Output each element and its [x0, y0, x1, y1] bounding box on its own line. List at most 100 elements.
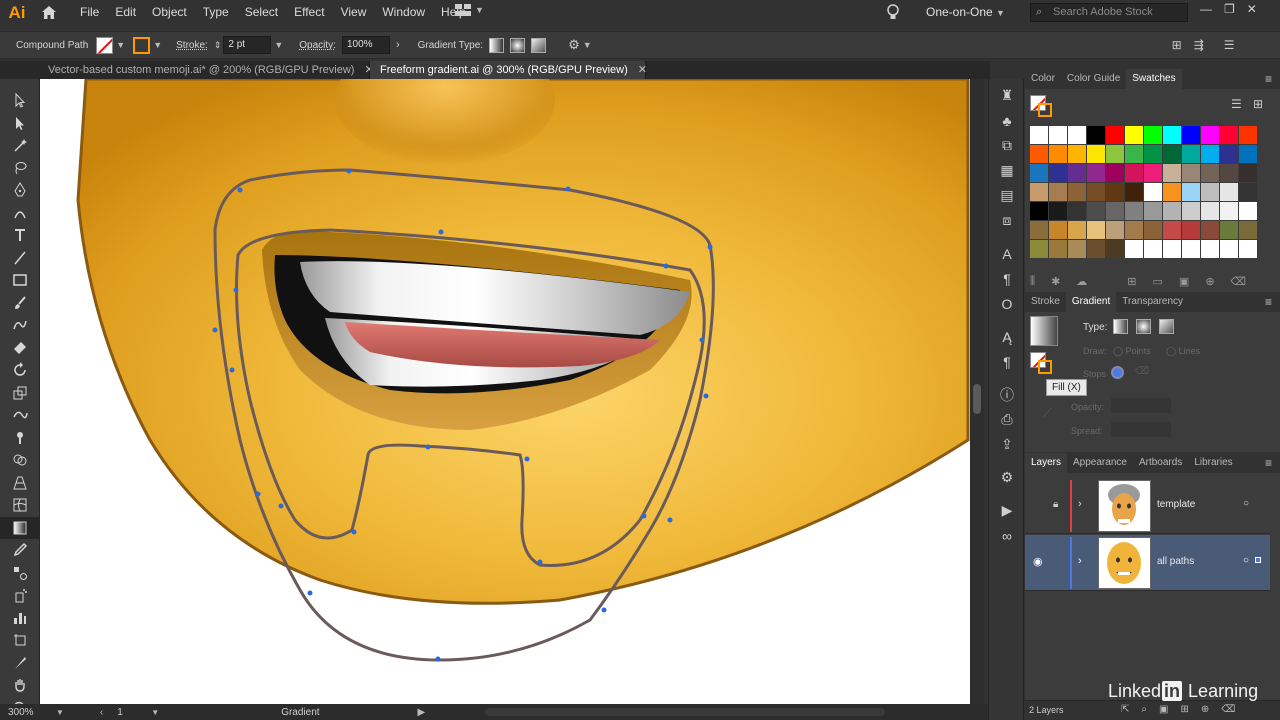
swatch-cell[interactable] [1144, 202, 1162, 220]
swatch-cell[interactable] [1106, 240, 1124, 258]
swatch-cell[interactable] [1030, 164, 1048, 182]
swatch-cell[interactable] [1201, 126, 1219, 144]
chevron-right-icon[interactable]: › [1078, 498, 1082, 510]
gear-icon[interactable]: ⚙ [989, 465, 1025, 490]
swatch-cell[interactable] [1125, 126, 1143, 144]
chevron-down-icon[interactable]: ▼ [56, 708, 64, 717]
show-kinds-icon[interactable]: ✱ [1051, 275, 1060, 288]
swatch-cell[interactable] [1030, 221, 1048, 239]
curvature-tool-icon[interactable] [0, 202, 40, 225]
stop-icon[interactable] [1111, 366, 1124, 379]
swatch-cell[interactable] [1106, 221, 1124, 239]
slice-tool-icon[interactable] [0, 652, 40, 675]
rectangle-tool-icon[interactable] [0, 269, 40, 292]
align-panel-icon[interactable]: ▦ [989, 158, 1025, 183]
search-stock-input[interactable]: ⌕ Search Adobe Stock [1030, 3, 1188, 22]
swatch-cell[interactable] [1144, 183, 1162, 201]
swatch-cell[interactable] [1068, 183, 1086, 201]
gradient-preview-swatch[interactable] [1030, 316, 1058, 346]
layer-row-template[interactable]: 🔒︎ › template ○ [1025, 478, 1270, 534]
swatch-cell[interactable] [1049, 202, 1067, 220]
swatch-cell[interactable] [1068, 145, 1086, 163]
swatch-cell[interactable] [1106, 183, 1124, 201]
swatch-cell[interactable] [1201, 240, 1219, 258]
chevron-down-icon[interactable]: ▼ [151, 708, 159, 717]
club-symbol-icon[interactable]: ♣ [989, 108, 1025, 133]
artboard-number[interactable]: 1 [117, 707, 151, 718]
swatch-cell[interactable] [1068, 202, 1086, 220]
lasso-tool-icon[interactable] [0, 157, 40, 180]
workspace-switcher[interactable]: One-on-One ▼ [926, 5, 1005, 19]
paragraph-styles-icon[interactable]: ¶ [989, 349, 1025, 374]
swatch-cell[interactable] [1239, 221, 1257, 239]
swatch-cell[interactable] [1220, 145, 1238, 163]
character-styles-icon[interactable]: Ą [989, 324, 1025, 349]
stroke-swatch[interactable] [133, 36, 151, 54]
horizontal-scrollbar[interactable] [485, 708, 886, 716]
info-icon[interactable]: ⓘ [989, 382, 1025, 407]
swatch-cell[interactable] [1068, 240, 1086, 258]
swatch-cell[interactable] [1182, 145, 1200, 163]
new-layer-icon[interactable]: ⊕ [1201, 704, 1209, 715]
swatch-cell[interactable] [1220, 183, 1238, 201]
swatch-cell[interactable] [1125, 164, 1143, 182]
tab-libraries[interactable]: Libraries [1188, 453, 1238, 473]
swatch-cell[interactable] [1182, 221, 1200, 239]
swatch-cell[interactable] [1144, 145, 1162, 163]
eye-icon[interactable]: ◉ [1033, 555, 1043, 568]
swatch-cell[interactable] [1163, 164, 1181, 182]
panel-menu-icon[interactable]: ☰ [1224, 38, 1235, 52]
layer-row-all-paths[interactable]: ◉ › all paths ○ [1025, 535, 1270, 591]
warp-tool-icon[interactable] [0, 404, 40, 427]
layer-name[interactable]: all paths [1157, 556, 1194, 567]
panel-menu-icon[interactable]: ≡ [1265, 456, 1272, 470]
swatch-cell[interactable] [1087, 221, 1105, 239]
layer-name[interactable]: template [1157, 499, 1195, 510]
chevron-down-icon[interactable]: ▼ [274, 40, 283, 50]
swatch-cell[interactable] [1220, 221, 1238, 239]
spread-field[interactable] [1111, 422, 1171, 437]
trash-icon[interactable]: ⌫ [1221, 704, 1235, 715]
tab-color-guide[interactable]: Color Guide [1061, 69, 1126, 89]
column-graph-tool-icon[interactable] [0, 607, 40, 630]
swatch-cell[interactable] [1163, 221, 1181, 239]
panel-menu-icon[interactable]: ≡ [1265, 295, 1272, 309]
eraser-tool-icon[interactable] [0, 337, 40, 360]
chevron-down-icon[interactable]: ▼ [583, 40, 592, 50]
clipping-mask-icon[interactable]: ▣ [1159, 704, 1168, 715]
swatch-cell[interactable] [1125, 145, 1143, 163]
scale-tool-icon[interactable] [0, 382, 40, 405]
tab-document-1[interactable]: Vector-based custom memoji.ai* @ 200% (R… [0, 61, 374, 79]
document-info-icon[interactable]: ⎙ [989, 407, 1025, 432]
swatch-cell[interactable] [1220, 202, 1238, 220]
pen-tool-icon[interactable] [0, 179, 40, 202]
swatch-cell[interactable] [1201, 183, 1219, 201]
swatch-cell[interactable] [1182, 183, 1200, 201]
tab-gradient[interactable]: Gradient [1065, 292, 1117, 312]
character-panel-icon[interactable]: A [989, 241, 1025, 266]
swatch-cell[interactable] [1201, 145, 1219, 163]
swatch-cell[interactable] [1087, 202, 1105, 220]
radial-gradient-button[interactable] [510, 37, 526, 53]
swatch-cell[interactable] [1163, 145, 1181, 163]
folder-icon[interactable]: ▣ [1179, 275, 1189, 288]
menu-select[interactable]: Select [237, 0, 286, 25]
opacity-label[interactable]: Opacity: [299, 40, 336, 51]
lock-icon[interactable]: 🔒︎ [1053, 499, 1058, 510]
swatch-cell[interactable] [1125, 221, 1143, 239]
swatch-cell[interactable] [1239, 164, 1257, 182]
hand-tool-icon[interactable] [0, 674, 40, 697]
new-swatch-icon[interactable]: ⊕ [1205, 275, 1214, 288]
trash-icon[interactable]: ⌫ [1231, 275, 1247, 288]
chevron-right-icon[interactable]: › [1078, 555, 1082, 567]
swatch-cell[interactable] [1087, 164, 1105, 182]
swatch-cell[interactable] [1030, 183, 1048, 201]
stroke-weight-field[interactable]: 2 pt [223, 36, 272, 54]
swatch-cell[interactable] [1163, 126, 1181, 144]
freeform-type-button[interactable] [1159, 319, 1174, 334]
swatch-cell[interactable] [1068, 126, 1086, 144]
align-icon[interactable]: ⊞ [1172, 38, 1182, 52]
swatch-cell[interactable] [1144, 221, 1162, 239]
tab-appearance[interactable]: Appearance [1067, 453, 1133, 473]
tab-document-2[interactable]: Freeform gradient.ai @ 300% (RGB/GPU Pre… [370, 61, 647, 79]
